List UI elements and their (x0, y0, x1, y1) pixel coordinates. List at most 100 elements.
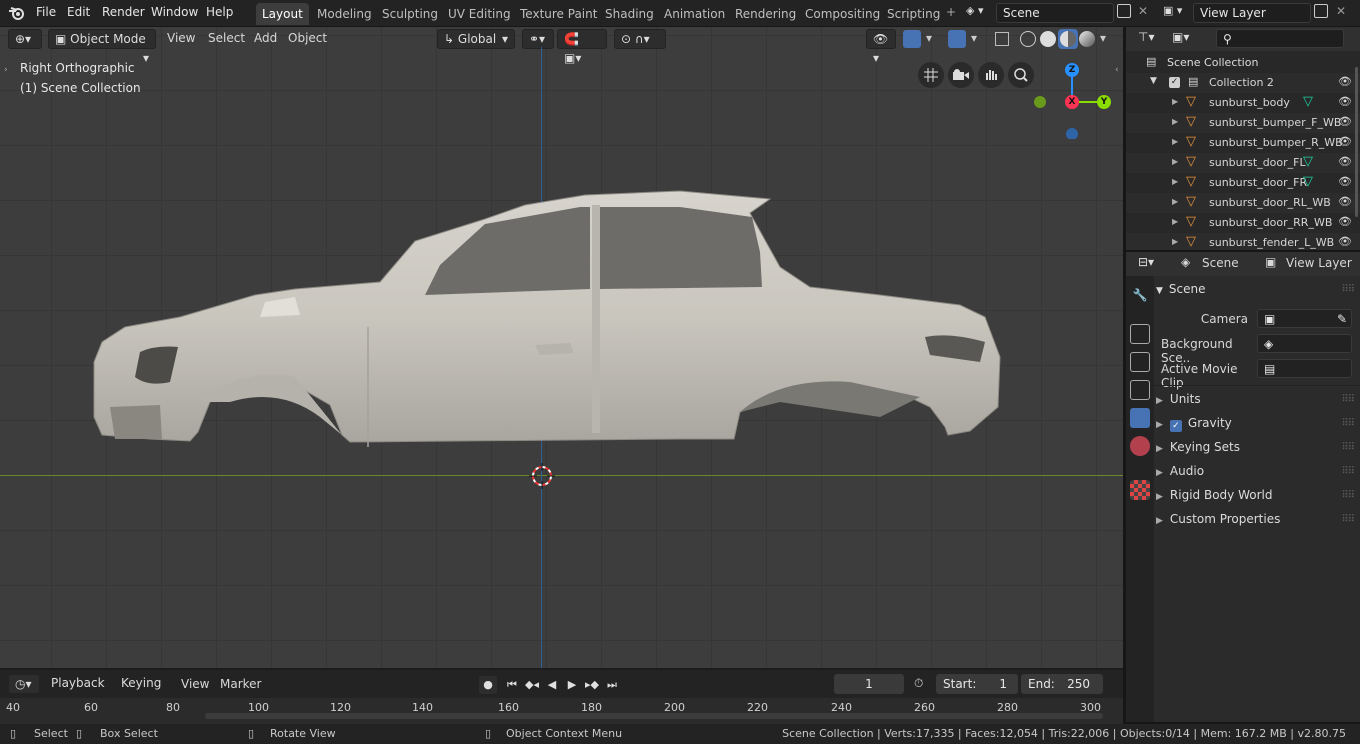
header-view-layer-label[interactable]: View Layer (1286, 256, 1352, 270)
property-section-audio[interactable]: ▶ Audio (1156, 464, 1356, 478)
transform-orientation[interactable]: ↳ Global ▾ (437, 29, 515, 49)
blender-logo-icon[interactable] (8, 5, 26, 21)
outliner-object-row[interactable]: ▶ ▽ sunburst_bumper_F_WB 👁 (1126, 113, 1360, 133)
editor-type-icon[interactable]: ⊕▾ (8, 29, 42, 49)
timeline-menu-marker[interactable]: Marker (220, 677, 261, 691)
stopwatch-icon[interactable]: ⏱ (914, 676, 923, 691)
tab-layout[interactable]: Layout (256, 3, 309, 25)
expand-arrow-icon[interactable]: ▶ (1172, 237, 1178, 246)
next-keyframe-icon[interactable]: ▸◆ (583, 676, 601, 694)
gizmo-dropdown-icon[interactable]: ▾ (926, 31, 932, 45)
drag-handle-icon[interactable]: ⠿⠿ (1341, 394, 1355, 405)
property-section-custom-properties[interactable]: ▶ Custom Properties (1156, 512, 1356, 526)
shading-dropdown-icon[interactable]: ▾ (1100, 31, 1106, 45)
eye-icon[interactable]: 👁 (1338, 155, 1352, 168)
property-section-keying-sets[interactable]: ▶ Keying Sets (1156, 440, 1356, 454)
proportional-edit-icon[interactable]: ⊙ ∩▾ (614, 29, 666, 49)
timeline-scrollbar[interactable] (205, 713, 1103, 719)
axis-z-icon[interactable]: Z (1065, 63, 1079, 77)
drag-handle-icon[interactable]: ⠿⠿ (1341, 490, 1355, 501)
tool-tab-icon[interactable]: 🔧 (1130, 288, 1150, 308)
axis-x-icon[interactable]: X (1065, 95, 1079, 109)
property-section-rigid-body-world[interactable]: ▶ Rigid Body World (1156, 488, 1356, 502)
tab-sculpting[interactable]: Sculpting (376, 3, 444, 25)
play-reverse-icon[interactable]: ◀ (543, 676, 561, 694)
view-layer-field[interactable]: View Layer (1193, 3, 1311, 23)
eye-icon[interactable]: 👁 (1338, 235, 1352, 248)
timeline-editor[interactable]: ◷▾ Playback ▾ Keying ▾ View Marker ● ⏮ ◆… (0, 670, 1123, 724)
scene-name-field[interactable]: Scene (996, 3, 1114, 23)
expand-arrow-icon[interactable]: ▶ (1172, 97, 1178, 106)
drag-handle-icon[interactable]: ⠿⠿ (1341, 466, 1355, 477)
pan-view-icon[interactable] (978, 62, 1004, 88)
eyedropper-icon[interactable]: ✎ (1337, 310, 1347, 328)
expand-arrow-icon[interactable]: ▼ (1150, 76, 1157, 86)
mesh-data-icon[interactable]: ▽ (1303, 154, 1313, 169)
camera-view-icon[interactable] (948, 62, 974, 88)
expand-arrow-icon[interactable]: ▶ (1172, 217, 1178, 226)
current-frame-field[interactable]: 1 (834, 674, 904, 694)
tab-animation[interactable]: Animation (658, 3, 731, 25)
axis-y-icon[interactable]: Y (1097, 95, 1111, 109)
properties-editor-type-icon[interactable]: ⊟▾ (1138, 255, 1154, 269)
outliner-editor-type-icon[interactable]: ⊤▾ (1138, 30, 1154, 44)
view-layer-tab-icon[interactable] (1130, 380, 1150, 400)
tab-uv-editing[interactable]: UV Editing (442, 3, 517, 25)
gizmo-toggle-icon[interactable] (903, 30, 921, 48)
display-mode-icon[interactable]: ▣▾ (1172, 30, 1189, 44)
eye-icon[interactable]: 👁 (1338, 75, 1352, 88)
shading-material-icon[interactable] (1058, 29, 1078, 49)
car-body-model[interactable] (80, 177, 1020, 457)
3d-viewport[interactable]: ⊕▾ ▣ Object Mode ▾ View Select Add Object… (0, 27, 1123, 668)
viewport-menu-view[interactable]: View (167, 31, 195, 45)
overlay-dropdown-icon[interactable]: ▾ (971, 31, 977, 45)
tab-scripting[interactable]: Scripting (881, 3, 946, 25)
record-icon[interactable]: ● (479, 676, 497, 694)
tab-texture-paint[interactable]: Texture Paint (514, 3, 603, 25)
texture-tab-icon[interactable] (1130, 480, 1150, 500)
outliner-object-row[interactable]: ▶ ▽ sunburst_door_FR ▽ 👁 (1126, 173, 1360, 193)
visibility-icon[interactable]: 👁▾ (866, 29, 896, 65)
viewport-menu-object[interactable]: Object (288, 31, 327, 45)
pivot-point-icon[interactable]: ⚭▾ (522, 29, 554, 49)
shading-wireframe-icon[interactable] (1020, 31, 1036, 47)
play-icon[interactable]: ▶ (563, 676, 581, 694)
outliner-object-row[interactable]: ▶ ▽ sunburst_bumper_R_WB 👁 (1126, 133, 1360, 153)
outliner-object-row[interactable]: ▶ ▽ sunburst_door_RR_WB 👁 (1126, 213, 1360, 233)
menu-help[interactable]: Help (206, 5, 233, 19)
eye-icon[interactable]: 👁 (1338, 215, 1352, 228)
eye-icon[interactable]: 👁 (1338, 175, 1352, 188)
jump-start-icon[interactable]: ⏮ (503, 676, 521, 694)
movie-clip-field[interactable]: ▤ (1257, 359, 1352, 378)
tab-shading[interactable]: Shading (599, 3, 660, 25)
jump-end-icon[interactable]: ⏭ (603, 676, 621, 694)
expand-arrow-icon[interactable]: ▶ (1172, 157, 1178, 166)
scene-tab-icon[interactable] (1130, 408, 1150, 428)
outliner-properties-divider[interactable] (1126, 250, 1360, 252)
drag-handle-icon[interactable]: ⠿⠿ (1341, 442, 1355, 453)
background-scene-field[interactable]: ◈ (1257, 334, 1352, 353)
output-tab-icon[interactable] (1130, 352, 1150, 372)
drag-handle-icon[interactable]: ⠿⠿ (1341, 284, 1355, 295)
menu-edit[interactable]: Edit (67, 5, 90, 19)
end-frame-field[interactable]: End: 250 (1021, 674, 1103, 694)
mode-selector[interactable]: ▣ Object Mode ▾ (48, 29, 156, 65)
drag-handle-icon[interactable]: ⠿⠿ (1341, 514, 1355, 525)
playback-menu[interactable]: Playback ▾ (45, 674, 113, 709)
add-workspace-icon[interactable]: + (946, 5, 956, 19)
snap-icon[interactable]: 🧲 ▣▾ (557, 29, 607, 65)
toolbar-expand-icon[interactable]: › (4, 65, 8, 75)
expand-arrow-icon[interactable]: ▶ (1172, 197, 1178, 206)
outliner-collection-row[interactable]: ▼ ✓ ▤ Collection 2 👁 (1126, 73, 1360, 93)
viewport-menu-add[interactable]: Add (254, 31, 277, 45)
eye-icon[interactable]: 👁 (1338, 135, 1352, 148)
tab-modeling[interactable]: Modeling (311, 3, 378, 25)
viewport-menu-select[interactable]: Select (208, 31, 245, 45)
eye-icon[interactable]: 👁 (1338, 95, 1352, 108)
mesh-data-icon[interactable]: ▽ (1303, 94, 1313, 109)
shading-solid-icon[interactable] (1040, 31, 1056, 47)
outliner-search-input[interactable]: ⚲ (1216, 29, 1344, 48)
toggle-ortho-icon[interactable] (918, 62, 944, 88)
drag-handle-icon[interactable]: ⠿⠿ (1341, 418, 1355, 429)
prev-keyframe-icon[interactable]: ◆◂ (523, 676, 541, 694)
